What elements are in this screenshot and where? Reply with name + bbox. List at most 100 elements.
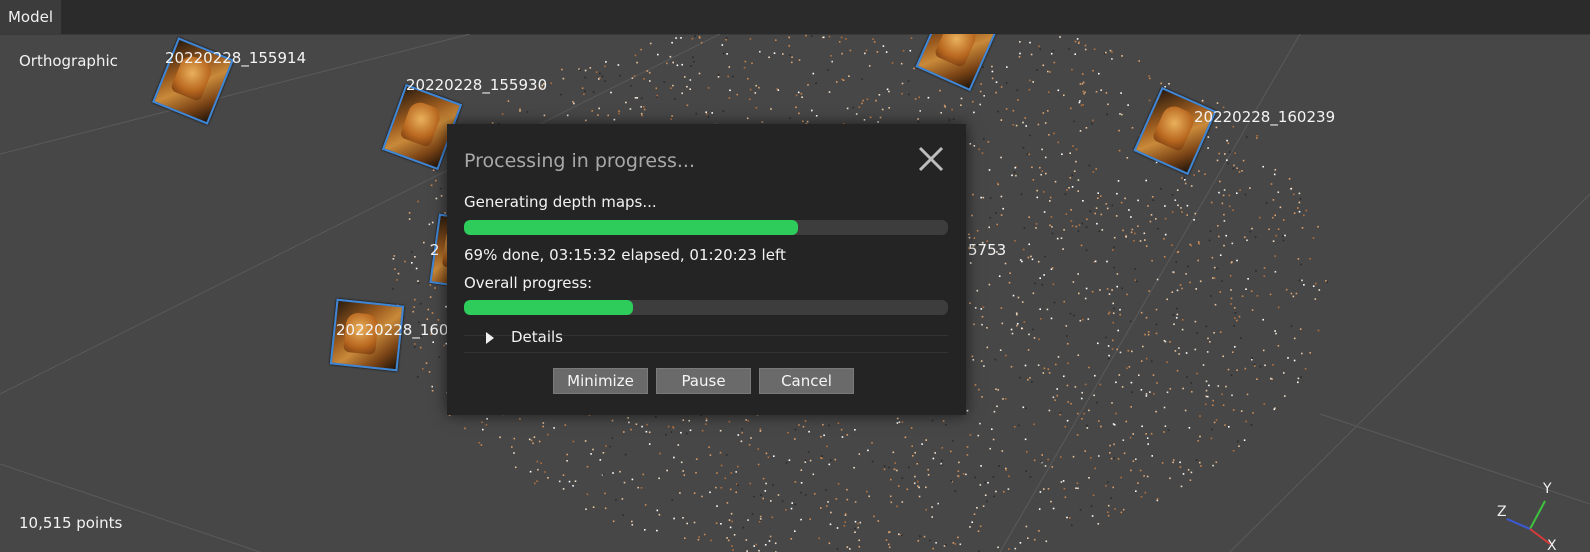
point: [1112, 249, 1114, 251]
point: [1134, 279, 1137, 281]
point: [431, 385, 433, 388]
point: [1169, 341, 1171, 343]
point: [1052, 283, 1055, 286]
point: [901, 421, 904, 423]
point: [1011, 332, 1014, 335]
point: [1217, 385, 1220, 387]
point: [972, 359, 975, 361]
point: [1270, 377, 1272, 380]
point: [631, 524, 634, 526]
point: [984, 481, 986, 484]
point: [1082, 318, 1084, 321]
point: [1184, 409, 1187, 412]
point: [971, 521, 973, 523]
point: [1050, 268, 1053, 270]
pause-button[interactable]: Pause: [656, 368, 751, 394]
point: [1129, 436, 1132, 439]
point: [434, 287, 436, 289]
point: [844, 513, 847, 515]
point: [601, 75, 604, 78]
point: [717, 74, 720, 76]
expand-triangle-icon[interactable]: [486, 332, 494, 344]
point: [1037, 260, 1040, 263]
point: [1062, 248, 1064, 250]
point: [1166, 361, 1168, 363]
point: [686, 104, 689, 107]
point: [703, 533, 706, 536]
point: [1056, 394, 1058, 397]
point: [1066, 419, 1069, 422]
point: [996, 182, 999, 185]
tab-model[interactable]: Model: [0, 0, 61, 34]
point: [1000, 195, 1003, 198]
point: [1076, 482, 1079, 484]
point: [1114, 508, 1116, 510]
point: [599, 459, 602, 461]
point: [669, 55, 672, 58]
point: [859, 521, 862, 524]
point: [701, 429, 704, 432]
point: [1251, 358, 1253, 361]
point: [768, 540, 771, 542]
point: [1230, 303, 1232, 305]
point: [940, 464, 943, 466]
point: [1077, 42, 1080, 44]
dialog-title: Processing in progress...: [464, 150, 695, 172]
point: [719, 429, 722, 432]
point: [629, 108, 632, 110]
point: [435, 179, 437, 182]
point: [1112, 321, 1114, 324]
point: [1244, 367, 1247, 370]
point: [790, 538, 793, 540]
point: [1223, 244, 1225, 247]
point: [482, 428, 484, 431]
point: [820, 457, 822, 459]
point: [725, 37, 728, 39]
point: [1050, 500, 1052, 503]
point: [1018, 56, 1021, 58]
point: [1010, 365, 1013, 368]
point: [1218, 235, 1220, 238]
point: [1039, 491, 1042, 493]
point: [1299, 198, 1302, 200]
point: [1163, 406, 1166, 409]
point: [1130, 406, 1132, 408]
minimize-button[interactable]: Minimize: [553, 368, 648, 394]
point: [1040, 173, 1042, 176]
point: [1044, 156, 1047, 159]
point: [1031, 166, 1033, 169]
point: [1035, 223, 1038, 225]
point: [1033, 423, 1035, 426]
point: [1297, 207, 1299, 209]
point: [1017, 296, 1020, 299]
point: [1222, 355, 1224, 358]
point: [1236, 319, 1238, 322]
point: [589, 67, 592, 69]
point: [1156, 497, 1159, 500]
point: [1225, 385, 1227, 388]
axis-x-label: X: [1547, 538, 1557, 552]
point: [1156, 499, 1159, 502]
point: [1106, 207, 1109, 210]
close-icon[interactable]: [916, 144, 946, 174]
point: [828, 35, 831, 38]
point: [627, 417, 629, 419]
point: [670, 118, 672, 120]
point: [1254, 236, 1257, 238]
cancel-button[interactable]: Cancel: [759, 368, 854, 394]
point: [431, 312, 434, 314]
point: [821, 455, 823, 457]
details-expander[interactable]: Details: [464, 328, 948, 353]
point: [773, 455, 775, 457]
point: [1039, 277, 1041, 279]
point: [579, 69, 581, 71]
point: [1315, 282, 1317, 285]
point: [785, 509, 787, 511]
point: [989, 197, 992, 199]
point: [1193, 219, 1195, 221]
point: [1088, 477, 1090, 479]
point: [917, 121, 920, 123]
point: [1112, 312, 1115, 314]
point: [1045, 540, 1048, 543]
point: [1119, 113, 1121, 115]
